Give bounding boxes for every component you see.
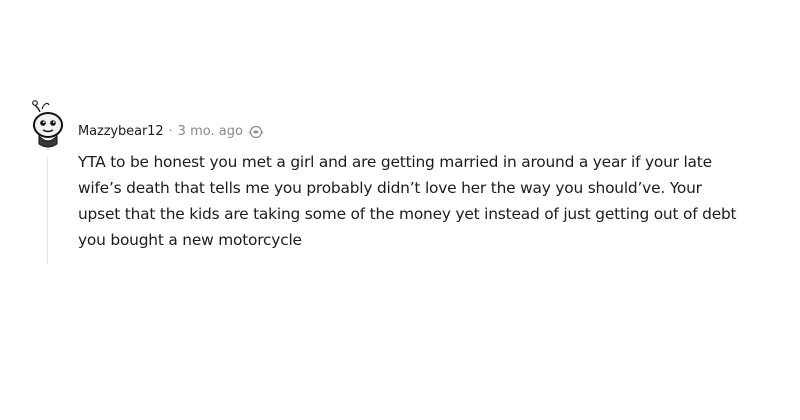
snoo-avatar-icon[interactable]	[30, 100, 66, 150]
comment-header: Mazzybear12 · 3 mo. ago	[78, 123, 265, 141]
comment-text: YTA to be honest you met a girl and are …	[78, 153, 737, 249]
thread-line[interactable]	[47, 156, 48, 264]
timestamp[interactable]: 3 mo. ago	[178, 123, 243, 141]
meta-separator: ·	[168, 124, 173, 139]
username-link[interactable]: Mazzybear12	[78, 123, 164, 141]
comment-body: YTA to be honest you met a girl and are …	[78, 149, 738, 253]
award-icon	[247, 124, 265, 140]
